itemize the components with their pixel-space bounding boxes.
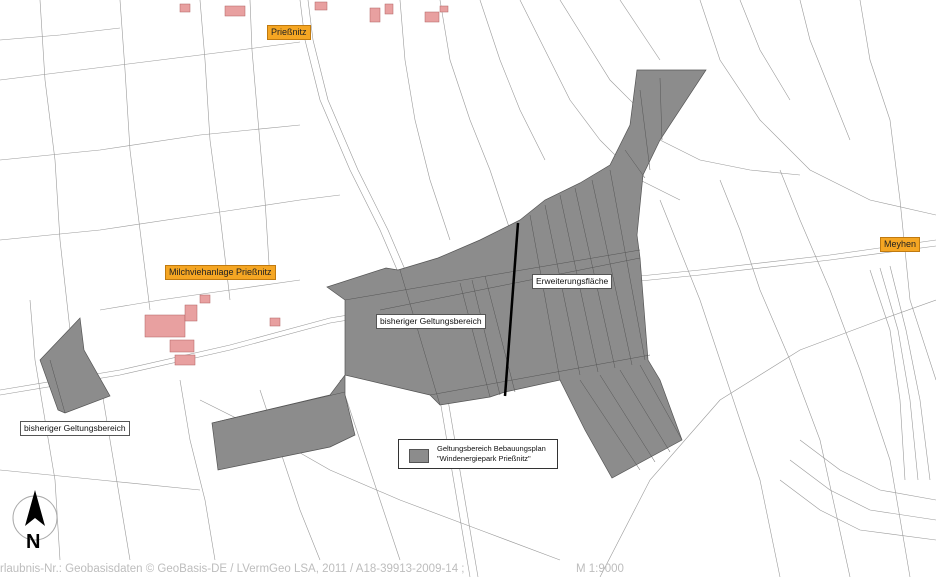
license-text: rlaubnis-Nr.: Geobasisdaten © GeoBasis-D… bbox=[0, 563, 465, 575]
place-label-meyhen: Meyhen bbox=[880, 237, 921, 252]
scale-text: M 1:9000 bbox=[576, 563, 624, 575]
label-bisheriger-geltungsbereich-mid: bisheriger Geltungsbereich bbox=[376, 314, 486, 329]
main-area bbox=[211, 69, 707, 479]
legend-line-1: Geltungsbereich Bebauungsplan bbox=[437, 444, 546, 453]
place-label-priessnitz: Prießnitz bbox=[267, 25, 311, 40]
legend-swatch bbox=[409, 449, 429, 463]
legend-text: Geltungsbereich Bebauungsplan "Windenerg… bbox=[437, 444, 546, 464]
legend-line-2: "Windenergiepark Prießnitz" bbox=[437, 454, 531, 463]
left-area bbox=[39, 317, 111, 414]
footer: rlaubnis-Nr.: Geobasisdaten © GeoBasis-D… bbox=[0, 562, 936, 577]
legend-box: Geltungsbereich Bebauungsplan "Windenerg… bbox=[398, 439, 558, 469]
label-erweiterungsflaeche: Erweiterungsfläche bbox=[532, 274, 613, 289]
label-bisheriger-geltungsbereich-left: bisheriger Geltungsbereich bbox=[20, 421, 130, 436]
north-letter: N bbox=[26, 531, 41, 553]
cadastral-map[interactable] bbox=[0, 0, 936, 577]
place-label-milchviehanlage: Milchviehanlage Prießnitz bbox=[165, 265, 276, 280]
